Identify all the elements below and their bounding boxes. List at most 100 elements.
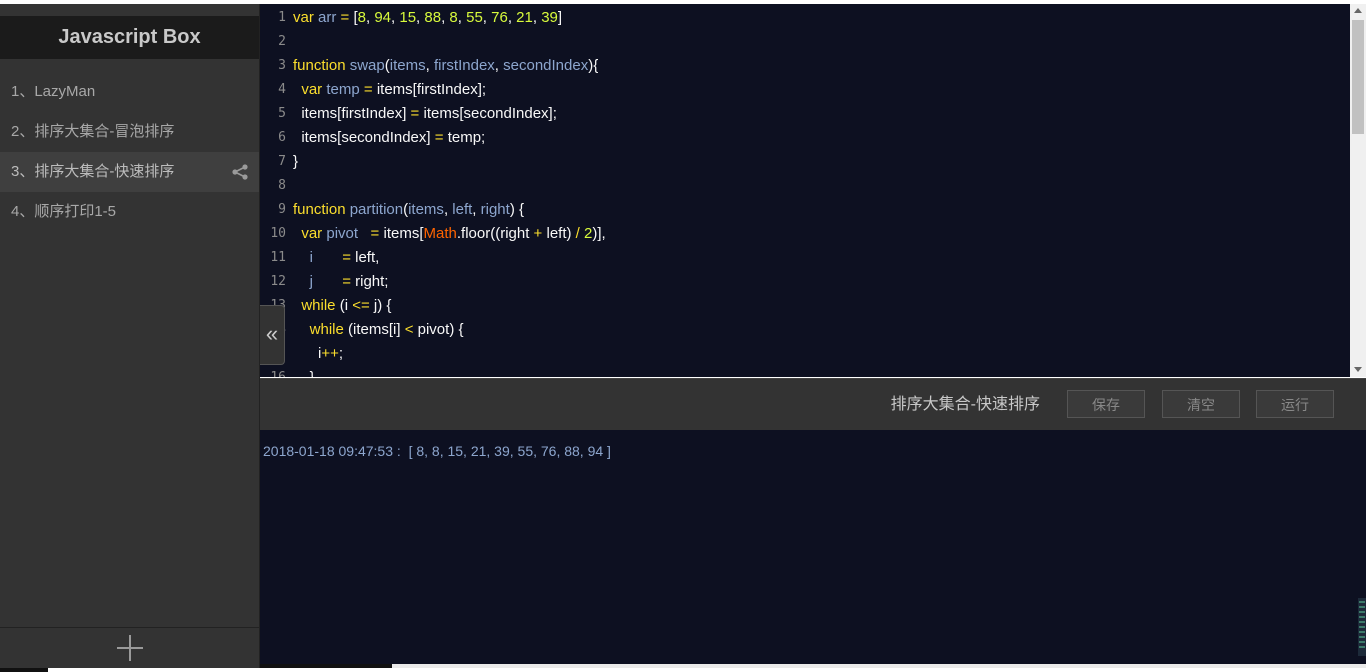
code-token: (i xyxy=(335,297,353,314)
code-line[interactable]: 9 function partition(items, left, right) … xyxy=(260,198,1350,222)
sidebar-item-quick-sort[interactable]: 3、排序大集合-快速排序 xyxy=(0,152,259,192)
scroll-down-arrow-icon[interactable] xyxy=(1354,367,1362,372)
code-token: var xyxy=(301,81,327,98)
code-token: / xyxy=(575,225,584,242)
code-line[interactable]: 2 xyxy=(260,30,1350,54)
share-icon[interactable] xyxy=(231,164,249,180)
save-button[interactable]: 保存 xyxy=(1067,390,1145,418)
code-line[interactable]: 3 function swap(items, firstIndex, second… xyxy=(260,54,1350,78)
code-token: , xyxy=(482,9,492,26)
code-token: } xyxy=(293,153,299,170)
code-token: items xyxy=(408,201,444,218)
code-token: items[ xyxy=(383,225,424,242)
code-token: , xyxy=(425,57,434,74)
code-text: var arr = [8, 94, 15, 88, 8, 55, 76, 21,… xyxy=(293,6,562,30)
code-line[interactable]: 14 while (items[i] < pivot) { xyxy=(260,318,1350,342)
collapse-sidebar-button[interactable]: « xyxy=(260,305,285,365)
code-token: i xyxy=(293,345,322,362)
sidebar-footer xyxy=(0,627,259,672)
sidebar-item-bubble-sort[interactable]: 2、排序大集合-冒泡排序 xyxy=(0,112,259,152)
line-number: 12 xyxy=(270,274,286,289)
code-token: = xyxy=(406,105,424,122)
code-token: , xyxy=(507,9,517,26)
sidebar-scroll-indicator xyxy=(0,668,48,672)
line-number: 7 xyxy=(278,154,286,169)
line-number: 4 xyxy=(278,82,286,97)
code-token: , xyxy=(532,9,542,26)
code-text: } xyxy=(293,150,298,174)
code-token: , xyxy=(472,201,481,218)
code-token: 15 xyxy=(399,9,417,26)
code-token: = xyxy=(336,9,354,26)
code-line[interactable]: 15 i++; xyxy=(260,342,1350,366)
code-line[interactable]: 13 while (i <= j) { xyxy=(260,294,1350,318)
code-token: = xyxy=(313,249,356,266)
scroll-up-arrow-icon[interactable] xyxy=(1354,8,1362,13)
code-text: items[secondIndex] = temp; xyxy=(293,126,485,150)
sidebar-item-label: 2、排序大集合-冒泡排序 xyxy=(11,123,175,140)
plus-icon[interactable] xyxy=(116,634,144,662)
line-number: 10 xyxy=(270,226,286,241)
code-token: function xyxy=(293,57,350,74)
editor-scrollbar[interactable] xyxy=(1350,4,1366,377)
code-text: items[firstIndex] = items[secondIndex]; xyxy=(293,102,557,126)
scrollbar-thumb[interactable] xyxy=(1352,20,1364,134)
code-token: 55 xyxy=(466,9,483,26)
resize-handle[interactable] xyxy=(1358,598,1366,656)
sidebar-item-label: 3、排序大集合-快速排序 xyxy=(11,163,175,180)
code-token: 76 xyxy=(491,9,508,26)
code-token: pivot xyxy=(326,225,359,242)
code-token: items[secondIndex]; xyxy=(423,105,557,122)
code-token: 8 xyxy=(449,9,458,26)
code-line[interactable]: 5 items[firstIndex] = items[secondIndex]… xyxy=(260,102,1350,126)
code-editor[interactable]: 1 var arr = [8, 94, 15, 88, 8, 55, 76, 21… xyxy=(260,4,1350,377)
code-token: right; xyxy=(355,273,389,290)
code-line[interactable]: 1 var arr = [8, 94, 15, 88, 8, 55, 76, 21… xyxy=(260,6,1350,30)
code-line[interactable]: 10 var pivot = items[Math.floor((right +… xyxy=(260,222,1350,246)
sidebar-item-lazyman[interactable]: 1、LazyMan xyxy=(0,72,259,112)
sidebar: Javascript Box 1、LazyMan 2、排序大集合-冒泡排序 3、… xyxy=(0,4,260,672)
code-token: items[firstIndex]; xyxy=(376,81,487,98)
code-line[interactable]: 11 i = left, xyxy=(260,246,1350,270)
code-text: } xyxy=(293,366,315,377)
code-line[interactable]: 6 items[secondIndex] = temp; xyxy=(260,126,1350,150)
horizontal-scrollbar-thumb[interactable] xyxy=(260,664,392,668)
code-token: left, xyxy=(355,249,380,266)
code-line[interactable]: 4 var temp = items[firstIndex]; xyxy=(260,78,1350,102)
code-text: while (i <= j) { xyxy=(293,294,391,318)
code-token: ){ xyxy=(588,57,599,74)
horizontal-scrollbar[interactable] xyxy=(260,664,1366,668)
code-token: while xyxy=(301,297,336,314)
code-token: items[secondIndex] xyxy=(293,129,431,146)
console-log-entry: 2018-01-18 09:47:53 : [ 8, 8, 15, 21, 39… xyxy=(263,443,611,459)
code-token: 39 xyxy=(541,9,558,26)
line-number: 8 xyxy=(278,178,286,193)
code-token: + xyxy=(533,225,543,242)
code-text: j = right; xyxy=(293,270,389,294)
code-line[interactable]: 8 xyxy=(260,174,1350,198)
code-token: var xyxy=(293,9,319,26)
code-token: Math xyxy=(423,225,457,242)
code-text: var temp = items[firstIndex]; xyxy=(293,78,486,102)
line-number: 1 xyxy=(278,10,286,25)
code-token: items[firstIndex] xyxy=(293,105,407,122)
code-text: i++; xyxy=(293,342,343,366)
snippet-title: 排序大集合-快速排序 xyxy=(890,396,1040,413)
clear-button[interactable]: 清空 xyxy=(1162,390,1240,418)
line-number: 11 xyxy=(270,250,286,265)
code-line[interactable]: 16 } xyxy=(260,366,1350,377)
sidebar-item-label: 1、LazyMan xyxy=(11,83,96,100)
code-line[interactable]: 12 j = right; xyxy=(260,270,1350,294)
code-token: ) { xyxy=(509,201,525,218)
code-token: (items[i] xyxy=(343,321,405,338)
code-token: items xyxy=(389,57,426,74)
line-number: 16 xyxy=(260,366,286,377)
code-line[interactable]: 7} xyxy=(260,150,1350,174)
run-button[interactable]: 运行 xyxy=(1256,390,1334,418)
code-text: function partition(items, left, right) { xyxy=(293,198,524,222)
code-token: 88 xyxy=(424,9,442,26)
sidebar-item-sequential-print[interactable]: 4、顺序打印1-5 xyxy=(0,192,259,232)
line-number: 3 xyxy=(278,58,286,73)
code-token: , xyxy=(457,9,467,26)
